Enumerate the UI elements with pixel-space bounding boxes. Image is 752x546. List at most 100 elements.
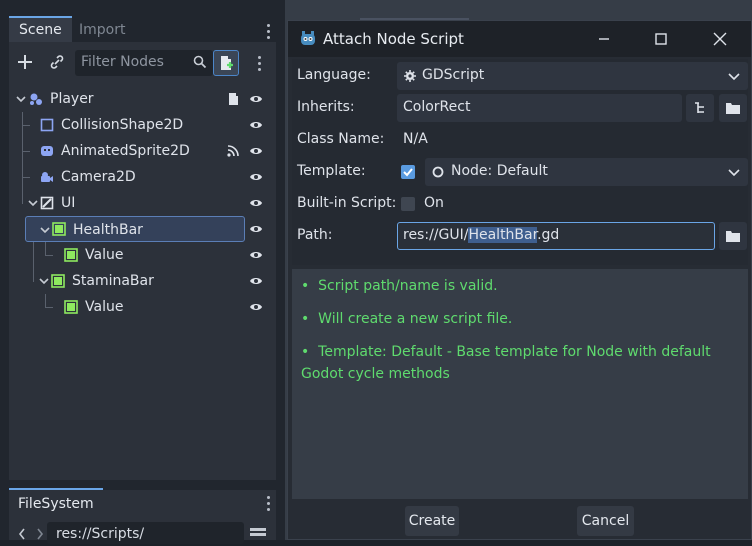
scene-dock: Scene Import Filter Nodes Player Collisi… [0, 0, 285, 544]
forward-arrow-icon[interactable] [36, 528, 44, 540]
close-icon[interactable] [710, 29, 730, 49]
colorrect-icon [64, 300, 78, 314]
message-new-file: • Will create a new script file. [301, 311, 513, 327]
template-label: Template: [297, 163, 366, 179]
attach-script-button[interactable] [213, 50, 239, 76]
filesystem-path-input[interactable]: res://Scripts/ [47, 522, 244, 544]
language-select[interactable]: GDScript [397, 62, 748, 90]
path-suffix: .gd [537, 227, 560, 243]
path-input[interactable]: res://GUI/HealthBar.gd [397, 222, 715, 250]
tree-node-value[interactable]: Value [14, 294, 269, 320]
tree-node-label: Value [85, 247, 124, 263]
template-select[interactable]: Node: Default [425, 158, 748, 186]
tree-node-label: AnimatedSprite2D [61, 143, 190, 159]
script-icon[interactable] [226, 92, 240, 106]
filter-nodes-input[interactable]: Filter Nodes [75, 50, 213, 76]
back-arrow-icon[interactable] [18, 528, 26, 540]
inherits-browse-button[interactable] [719, 94, 747, 122]
scene-tree-menu-icon[interactable] [258, 56, 262, 74]
colorrect-icon [51, 274, 65, 288]
class-tree-icon [695, 102, 704, 113]
dialog-title: Attach Node Script [323, 30, 464, 48]
chevron-down-icon[interactable] [40, 225, 50, 235]
visibility-eye-icon[interactable] [249, 196, 263, 210]
builtin-script-label: Built-in Script: [297, 195, 397, 211]
tree-node-label: StaminaBar [72, 273, 154, 289]
chevron-down-icon[interactable] [39, 276, 49, 286]
visibility-eye-icon[interactable] [249, 170, 263, 184]
inherits-input[interactable]: ColorRect [397, 94, 682, 122]
scene-dock-menu-icon[interactable] [267, 24, 271, 42]
message-path-valid: • Script path/name is valid. [301, 278, 498, 294]
path-browse-button[interactable] [719, 222, 747, 250]
tree-node-label: Value [85, 299, 124, 315]
folder-icon [726, 231, 740, 242]
template-value: Node: Default [451, 163, 548, 179]
dialog-titlebar[interactable]: Attach Node Script [288, 21, 751, 57]
tree-node-player[interactable]: Player [14, 86, 269, 112]
cancel-button[interactable]: Cancel [577, 506, 634, 536]
signal-icon[interactable] [226, 144, 240, 158]
tree-node-animatedsprite2d[interactable]: AnimatedSprite2D [14, 138, 269, 164]
class-name-value: N/A [403, 131, 428, 147]
tab-scene[interactable]: Scene [9, 16, 72, 42]
path-label: Path: [297, 227, 333, 243]
builtin-script-checkbox[interactable] [401, 197, 415, 211]
minimize-icon[interactable] [594, 29, 614, 49]
chevron-down-icon[interactable] [28, 198, 38, 208]
visibility-eye-icon[interactable] [249, 274, 263, 288]
visibility-eye-icon[interactable] [249, 222, 263, 236]
tree-node-label: CollisionShape2D [61, 117, 184, 133]
tab-import[interactable]: Import [69, 18, 135, 42]
tree-node-label: UI [61, 195, 76, 211]
control-icon [40, 196, 54, 210]
inherits-label: Inherits: [297, 99, 355, 115]
visibility-eye-icon[interactable] [249, 248, 263, 262]
node2d-icon [30, 93, 42, 105]
maximize-icon[interactable] [651, 29, 671, 49]
colorrect-icon [64, 248, 78, 262]
search-icon [193, 55, 207, 69]
list-view-icon[interactable] [250, 528, 266, 540]
animated-sprite-icon [41, 146, 53, 156]
filter-nodes-placeholder: Filter Nodes [81, 54, 164, 70]
message-template: • Template: Default - Base template for … [301, 344, 711, 382]
attach-script-icon [221, 56, 233, 70]
chevron-down-icon [728, 169, 740, 177]
chevron-down-icon[interactable] [16, 94, 26, 104]
inherits-tree-button[interactable] [686, 94, 714, 122]
visibility-eye-icon[interactable] [249, 92, 263, 106]
folder-icon [726, 103, 740, 114]
gear-icon [404, 70, 416, 82]
visibility-eye-icon[interactable] [249, 300, 263, 314]
tree-node-value[interactable]: Value [14, 242, 269, 268]
tab-filesystem[interactable]: FileSystem [9, 488, 103, 518]
tree-node-camera2d[interactable]: Camera2D [14, 164, 269, 190]
tree-node-collisionshape2d[interactable]: CollisionShape2D [14, 112, 269, 138]
tree-node-label: Camera2D [61, 169, 136, 185]
tree-node-healthbar[interactable]: HealthBar [25, 216, 245, 242]
class-name-label: Class Name: [297, 131, 385, 147]
path-selected-text: HealthBar [468, 227, 538, 243]
scene-tree-panel: Filter Nodes Player CollisionShape2D Ani… [9, 42, 276, 480]
visibility-eye-icon[interactable] [249, 144, 263, 158]
checkmark-icon [403, 168, 413, 177]
validation-messages: • Script path/name is valid. • Will crea… [292, 269, 748, 499]
instance-scene-icon[interactable] [45, 50, 69, 74]
collision-shape-icon [40, 118, 54, 132]
visibility-eye-icon[interactable] [249, 118, 263, 132]
attach-node-script-dialog: Attach Node Script Language: GDScript In… [287, 20, 752, 540]
filesystem-menu-icon[interactable] [267, 496, 271, 514]
create-button[interactable]: Create [405, 506, 459, 536]
godot-logo-icon [301, 31, 315, 45]
camera-icon [41, 172, 53, 182]
tree-node-ui[interactable]: UI [14, 190, 269, 216]
node-circle-icon [432, 166, 444, 178]
language-value: GDScript [422, 67, 485, 83]
template-checkbox[interactable] [401, 165, 415, 179]
colorrect-icon [52, 222, 66, 236]
builtin-script-value: On [424, 195, 444, 211]
language-label: Language: [297, 67, 371, 83]
tree-node-staminabar[interactable]: StaminaBar [14, 268, 269, 294]
add-node-icon[interactable] [13, 50, 37, 74]
